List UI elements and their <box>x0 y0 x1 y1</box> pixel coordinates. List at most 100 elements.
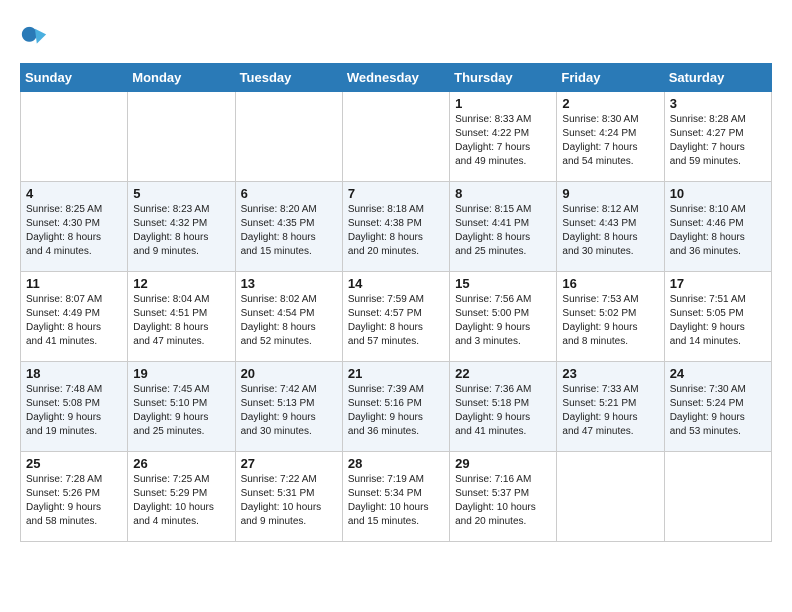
day-number: 1 <box>455 96 551 111</box>
day-info: Sunrise: 8:30 AM Sunset: 4:24 PM Dayligh… <box>562 113 658 169</box>
calendar-day-cell: 11 Sunrise: 8:07 AM Sunset: 4:49 PM Dayli… <box>21 272 128 362</box>
calendar-day-cell <box>235 92 342 182</box>
day-number: 9 <box>562 186 658 201</box>
calendar-day-cell <box>21 92 128 182</box>
day-number: 25 <box>26 456 122 471</box>
calendar-day-cell: 20 Sunrise: 7:42 AM Sunset: 5:13 PM Dayli… <box>235 362 342 452</box>
day-number: 26 <box>133 456 229 471</box>
day-number: 20 <box>241 366 337 381</box>
day-number: 3 <box>670 96 766 111</box>
day-info: Sunrise: 7:45 AM Sunset: 5:10 PM Dayligh… <box>133 383 229 439</box>
day-info: Sunrise: 8:28 AM Sunset: 4:27 PM Dayligh… <box>670 113 766 169</box>
day-info: Sunrise: 8:10 AM Sunset: 4:46 PM Dayligh… <box>670 203 766 259</box>
day-info: Sunrise: 7:28 AM Sunset: 5:26 PM Dayligh… <box>26 473 122 529</box>
calendar-day-cell: 29 Sunrise: 7:16 AM Sunset: 5:37 PM Dayli… <box>450 452 557 542</box>
day-number: 5 <box>133 186 229 201</box>
day-info: Sunrise: 8:02 AM Sunset: 4:54 PM Dayligh… <box>241 293 337 349</box>
day-info: Sunrise: 8:12 AM Sunset: 4:43 PM Dayligh… <box>562 203 658 259</box>
day-info: Sunrise: 7:33 AM Sunset: 5:21 PM Dayligh… <box>562 383 658 439</box>
day-info: Sunrise: 7:25 AM Sunset: 5:29 PM Dayligh… <box>133 473 229 529</box>
calendar-week-row: 18 Sunrise: 7:48 AM Sunset: 5:08 PM Dayli… <box>21 362 772 452</box>
day-info: Sunrise: 8:23 AM Sunset: 4:32 PM Dayligh… <box>133 203 229 259</box>
day-info: Sunrise: 7:39 AM Sunset: 5:16 PM Dayligh… <box>348 383 444 439</box>
calendar-week-row: 1 Sunrise: 8:33 AM Sunset: 4:22 PM Daylig… <box>21 92 772 182</box>
day-info: Sunrise: 7:19 AM Sunset: 5:34 PM Dayligh… <box>348 473 444 529</box>
day-info: Sunrise: 7:59 AM Sunset: 4:57 PM Dayligh… <box>348 293 444 349</box>
day-info: Sunrise: 8:15 AM Sunset: 4:41 PM Dayligh… <box>455 203 551 259</box>
calendar-day-cell: 17 Sunrise: 7:51 AM Sunset: 5:05 PM Dayli… <box>664 272 771 362</box>
day-number: 22 <box>455 366 551 381</box>
calendar-day-cell: 24 Sunrise: 7:30 AM Sunset: 5:24 PM Dayli… <box>664 362 771 452</box>
day-info: Sunrise: 8:07 AM Sunset: 4:49 PM Dayligh… <box>26 293 122 349</box>
calendar-day-cell: 4 Sunrise: 8:25 AM Sunset: 4:30 PM Daylig… <box>21 182 128 272</box>
calendar-day-cell: 2Sunrise: 8:30 AM Sunset: 4:24 PM Daylig… <box>557 92 664 182</box>
weekday-header: Sunday <box>21 64 128 92</box>
day-info: Sunrise: 7:42 AM Sunset: 5:13 PM Dayligh… <box>241 383 337 439</box>
day-info: Sunrise: 7:30 AM Sunset: 5:24 PM Dayligh… <box>670 383 766 439</box>
day-info: Sunrise: 8:04 AM Sunset: 4:51 PM Dayligh… <box>133 293 229 349</box>
calendar-day-cell: 26 Sunrise: 7:25 AM Sunset: 5:29 PM Dayli… <box>128 452 235 542</box>
weekday-header: Thursday <box>450 64 557 92</box>
calendar-day-cell: 25 Sunrise: 7:28 AM Sunset: 5:26 PM Dayli… <box>21 452 128 542</box>
calendar-day-cell: 12 Sunrise: 8:04 AM Sunset: 4:51 PM Dayli… <box>128 272 235 362</box>
day-info: Sunrise: 7:48 AM Sunset: 5:08 PM Dayligh… <box>26 383 122 439</box>
day-number: 28 <box>348 456 444 471</box>
calendar-day-cell: 18 Sunrise: 7:48 AM Sunset: 5:08 PM Dayli… <box>21 362 128 452</box>
weekday-header: Tuesday <box>235 64 342 92</box>
calendar-day-cell <box>557 452 664 542</box>
weekday-header: Monday <box>128 64 235 92</box>
calendar-day-cell: 22Sunrise: 7:36 AM Sunset: 5:18 PM Dayli… <box>450 362 557 452</box>
weekday-header: Wednesday <box>342 64 449 92</box>
calendar-day-cell: 6 Sunrise: 8:20 AM Sunset: 4:35 PM Daylig… <box>235 182 342 272</box>
day-info: Sunrise: 7:16 AM Sunset: 5:37 PM Dayligh… <box>455 473 551 529</box>
day-number: 11 <box>26 276 122 291</box>
day-number: 19 <box>133 366 229 381</box>
calendar-day-cell: 19 Sunrise: 7:45 AM Sunset: 5:10 PM Dayli… <box>128 362 235 452</box>
calendar-day-cell: 10 Sunrise: 8:10 AM Sunset: 4:46 PM Dayli… <box>664 182 771 272</box>
day-info: Sunrise: 7:22 AM Sunset: 5:31 PM Dayligh… <box>241 473 337 529</box>
day-info: Sunrise: 7:56 AM Sunset: 5:00 PM Dayligh… <box>455 293 551 349</box>
day-number: 4 <box>26 186 122 201</box>
calendar-week-row: 25 Sunrise: 7:28 AM Sunset: 5:26 PM Dayli… <box>21 452 772 542</box>
calendar-day-cell <box>128 92 235 182</box>
day-number: 17 <box>670 276 766 291</box>
calendar-day-cell: 8 Sunrise: 8:15 AM Sunset: 4:41 PM Daylig… <box>450 182 557 272</box>
day-number: 27 <box>241 456 337 471</box>
day-number: 16 <box>562 276 658 291</box>
day-info: Sunrise: 8:25 AM Sunset: 4:30 PM Dayligh… <box>26 203 122 259</box>
calendar-week-row: 4 Sunrise: 8:25 AM Sunset: 4:30 PM Daylig… <box>21 182 772 272</box>
calendar-day-cell: 9 Sunrise: 8:12 AM Sunset: 4:43 PM Daylig… <box>557 182 664 272</box>
day-info: Sunrise: 8:33 AM Sunset: 4:22 PM Dayligh… <box>455 113 551 169</box>
calendar-day-cell: 13 Sunrise: 8:02 AM Sunset: 4:54 PM Dayli… <box>235 272 342 362</box>
calendar-day-cell <box>342 92 449 182</box>
calendar-day-cell: 23 Sunrise: 7:33 AM Sunset: 5:21 PM Dayli… <box>557 362 664 452</box>
day-number: 6 <box>241 186 337 201</box>
calendar-day-cell: 16 Sunrise: 7:53 AM Sunset: 5:02 PM Dayli… <box>557 272 664 362</box>
day-info: Sunrise: 8:20 AM Sunset: 4:35 PM Dayligh… <box>241 203 337 259</box>
day-info: Sunrise: 8:18 AM Sunset: 4:38 PM Dayligh… <box>348 203 444 259</box>
weekday-header: Saturday <box>664 64 771 92</box>
logo-icon <box>20 25 48 53</box>
day-number: 10 <box>670 186 766 201</box>
calendar-header-row: SundayMondayTuesdayWednesdayThursdayFrid… <box>21 64 772 92</box>
day-number: 23 <box>562 366 658 381</box>
day-info: Sunrise: 7:51 AM Sunset: 5:05 PM Dayligh… <box>670 293 766 349</box>
day-number: 13 <box>241 276 337 291</box>
calendar-week-row: 11 Sunrise: 8:07 AM Sunset: 4:49 PM Dayli… <box>21 272 772 362</box>
day-number: 29 <box>455 456 551 471</box>
calendar-day-cell: 28 Sunrise: 7:19 AM Sunset: 5:34 PM Dayli… <box>342 452 449 542</box>
calendar-day-cell: 27 Sunrise: 7:22 AM Sunset: 5:31 PM Dayli… <box>235 452 342 542</box>
day-info: Sunrise: 7:53 AM Sunset: 5:02 PM Dayligh… <box>562 293 658 349</box>
day-number: 12 <box>133 276 229 291</box>
calendar-day-cell: 15Sunrise: 7:56 AM Sunset: 5:00 PM Dayli… <box>450 272 557 362</box>
logo <box>20 25 52 53</box>
day-number: 24 <box>670 366 766 381</box>
day-number: 21 <box>348 366 444 381</box>
calendar-day-cell: 14 Sunrise: 7:59 AM Sunset: 4:57 PM Dayli… <box>342 272 449 362</box>
day-number: 18 <box>26 366 122 381</box>
calendar-day-cell: 1 Sunrise: 8:33 AM Sunset: 4:22 PM Daylig… <box>450 92 557 182</box>
day-number: 8 <box>455 186 551 201</box>
day-number: 14 <box>348 276 444 291</box>
calendar-day-cell: 21 Sunrise: 7:39 AM Sunset: 5:16 PM Dayli… <box>342 362 449 452</box>
calendar-day-cell: 3 Sunrise: 8:28 AM Sunset: 4:27 PM Daylig… <box>664 92 771 182</box>
